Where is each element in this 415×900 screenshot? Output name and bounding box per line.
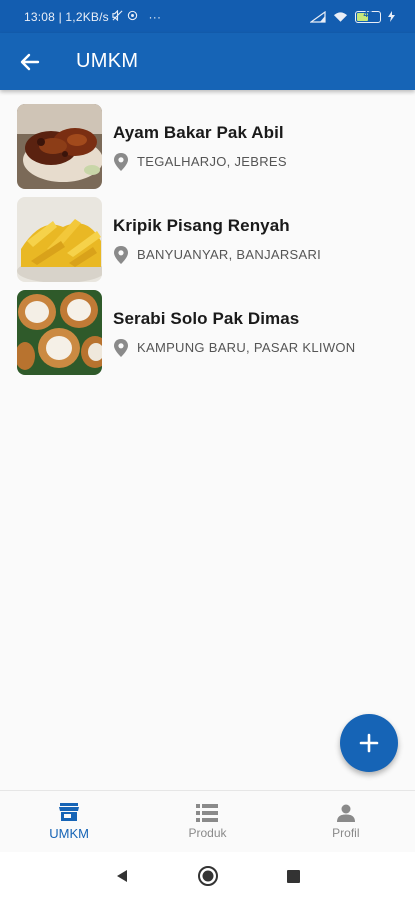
bottom-nav: UMKM Produk Profil (0, 790, 415, 852)
battery-icon: 48 (355, 10, 381, 23)
nav-item-umkm[interactable]: UMKM (0, 791, 138, 852)
location-pin-icon (114, 338, 128, 357)
serabi-pancake-photo (17, 290, 102, 375)
system-nav-bar (0, 852, 415, 900)
home-circle-icon[interactable] (197, 865, 219, 887)
nav-label: Profil (332, 825, 360, 840)
back-triangle-icon[interactable] (115, 869, 129, 883)
plus-icon (359, 733, 379, 753)
wifi-icon (333, 11, 348, 22)
location-pin-icon (114, 152, 128, 171)
sync-icon (127, 10, 138, 20)
nav-label: UMKM (49, 826, 90, 841)
mute-icon (112, 9, 123, 21)
add-button[interactable] (340, 714, 398, 772)
app-bar: UMKM (0, 33, 415, 90)
item-name: Ayam Bakar Pak Abil (113, 122, 284, 142)
list-icon (196, 803, 219, 822)
list-item[interactable]: Kripik Pisang Renyah BANYUANYAR, BANJARS… (0, 193, 415, 286)
recents-square-icon[interactable] (287, 869, 300, 883)
list-item[interactable]: Serabi Solo Pak Dimas KAMPUNG BARU, PASA… (0, 286, 415, 379)
status-time: 13:08 | 1,2KB/s ··· (24, 9, 162, 24)
more-indicator: ··· (148, 9, 162, 24)
store-icon (59, 803, 80, 821)
item-address: TEGALHARJO, JEBRES (137, 154, 287, 169)
person-icon (336, 804, 355, 822)
item-name: Serabi Solo Pak Dimas (113, 308, 300, 328)
page-title: UMKM (76, 50, 139, 72)
umkm-list: Ayam Bakar Pak Abil TEGALHARJO, JEBRES K… (0, 100, 415, 379)
charging-icon (388, 11, 395, 22)
list-item[interactable]: Ayam Bakar Pak Abil TEGALHARJO, JEBRES (0, 100, 415, 193)
item-name: Kripik Pisang Renyah (113, 215, 290, 235)
signal-icon (310, 10, 326, 23)
back-button[interactable] (0, 33, 60, 90)
location-pin-icon (114, 245, 128, 264)
status-bar: 13:08 | 1,2KB/s ··· 48 (0, 0, 415, 33)
nav-item-produk[interactable]: Produk (138, 791, 276, 852)
item-address: KAMPUNG BARU, PASAR KLIWON (137, 340, 356, 355)
banana-chips-photo (17, 197, 102, 282)
nav-label: Produk (188, 825, 227, 840)
grilled-chicken-photo (17, 104, 102, 189)
item-address: BANYUANYAR, BANJARSARI (137, 247, 322, 262)
arrow-left-icon (20, 53, 40, 70)
nav-item-profil[interactable]: Profil (277, 791, 415, 852)
